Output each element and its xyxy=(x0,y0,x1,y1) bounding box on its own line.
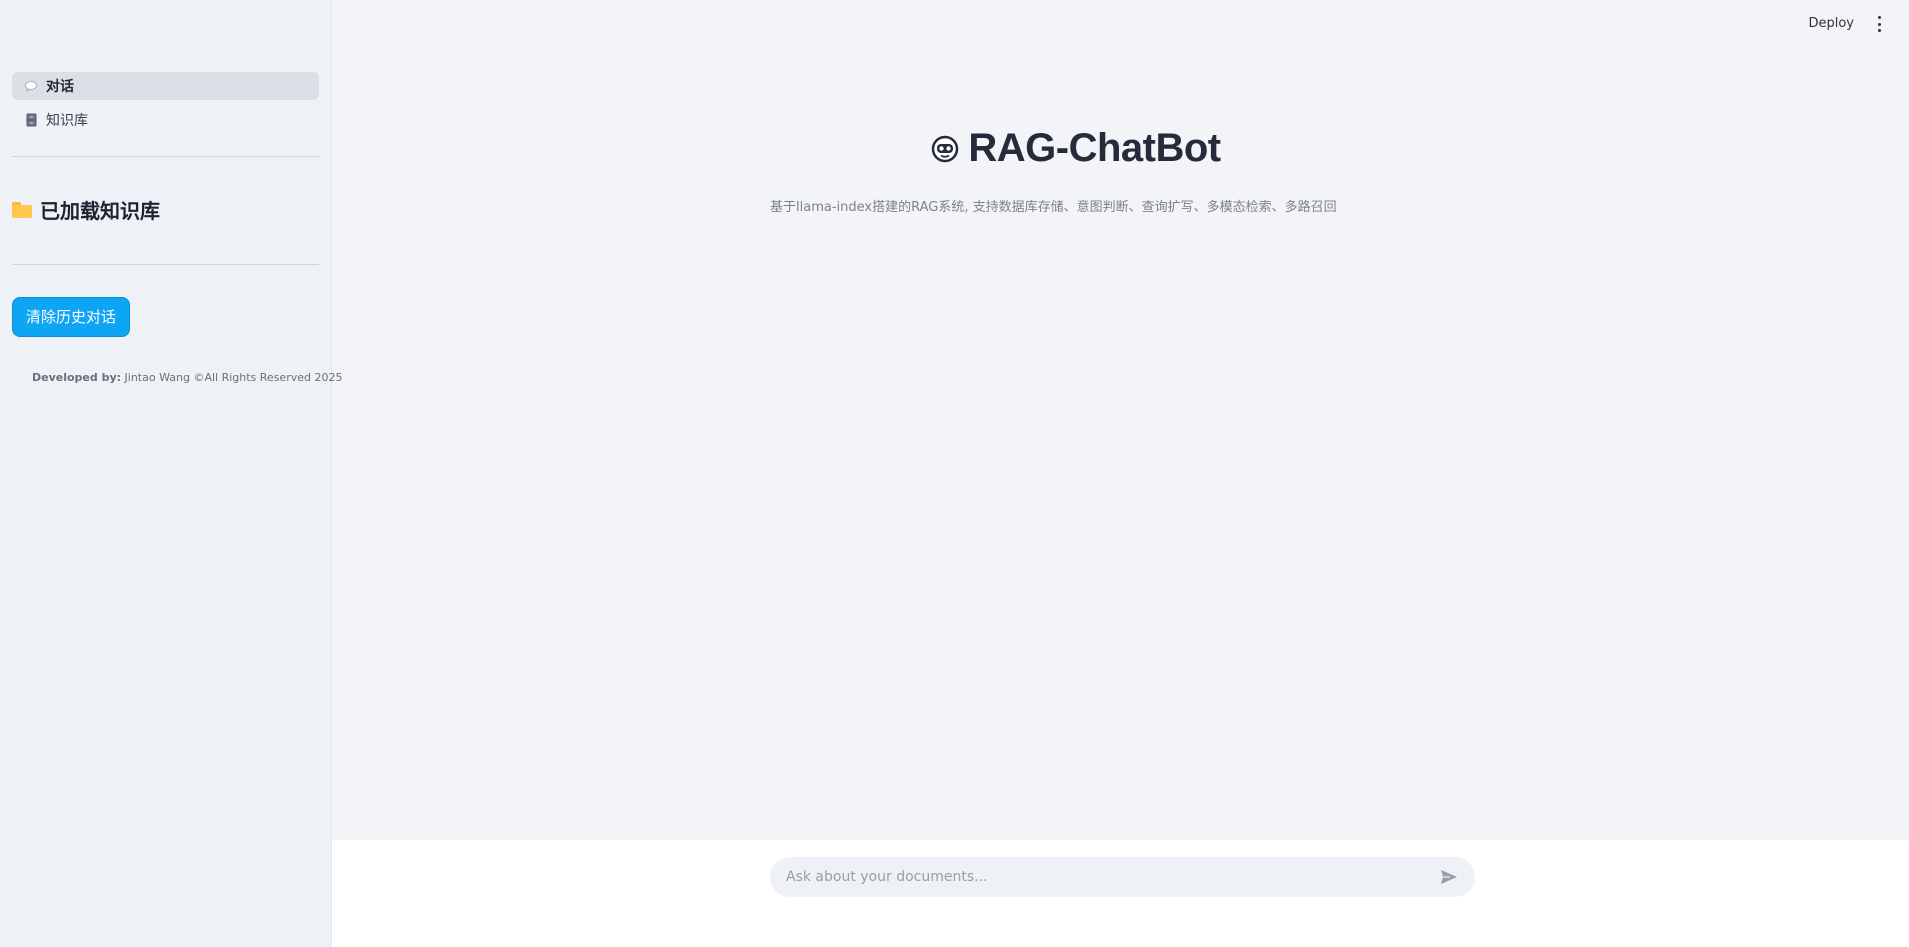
file-cabinet-icon xyxy=(24,113,38,127)
sidebar-item-label: 对话 xyxy=(46,79,74,95)
page-title-text: RAG-ChatBot xyxy=(968,126,1221,170)
sidebar-divider xyxy=(12,156,319,157)
speech-bubble-icon xyxy=(24,79,38,93)
credit-text: Jintao Wang ©All Rights Reserved 2025 xyxy=(124,371,343,384)
sidebar-divider xyxy=(12,264,319,265)
app-root: 对话 知识库 已加载知识库 清除历史对话 Developed by: Jinta… xyxy=(0,0,1909,947)
clear-history-button[interactable]: 清除历史对话 xyxy=(12,297,131,337)
chat-input-bar xyxy=(332,840,1909,947)
credit-prefix: Developed by: xyxy=(32,371,122,384)
chat-input[interactable] xyxy=(786,869,1439,885)
sidebar: 对话 知识库 已加载知识库 清除历史对话 Developed by: Jinta… xyxy=(0,0,342,947)
page-title: RAG-ChatBot xyxy=(332,126,1909,171)
chat-input-container xyxy=(770,857,1475,897)
sidebar-item-label: 知识库 xyxy=(46,113,88,129)
kebab-menu-icon[interactable] xyxy=(1875,16,1883,32)
sidebar-item-knowledge-base[interactable]: 知识库 xyxy=(12,106,319,134)
developer-credit: Developed by: Jintao Wang ©All Rights Re… xyxy=(12,371,342,384)
send-icon[interactable] xyxy=(1439,867,1459,887)
loaded-kb-heading-text: 已加载知识库 xyxy=(40,199,160,223)
loaded-kb-heading: 已加载知识库 xyxy=(12,195,319,224)
deploy-button[interactable]: Deploy xyxy=(1808,16,1854,31)
robot-face-icon xyxy=(932,135,959,162)
folder-icon xyxy=(12,201,32,218)
sidebar-item-chat[interactable]: 对话 xyxy=(12,72,319,100)
page-subtitle: 基于llama-index搭建的RAG系统, 支持数据库存储、意图判断、查询扩写… xyxy=(770,200,1337,215)
